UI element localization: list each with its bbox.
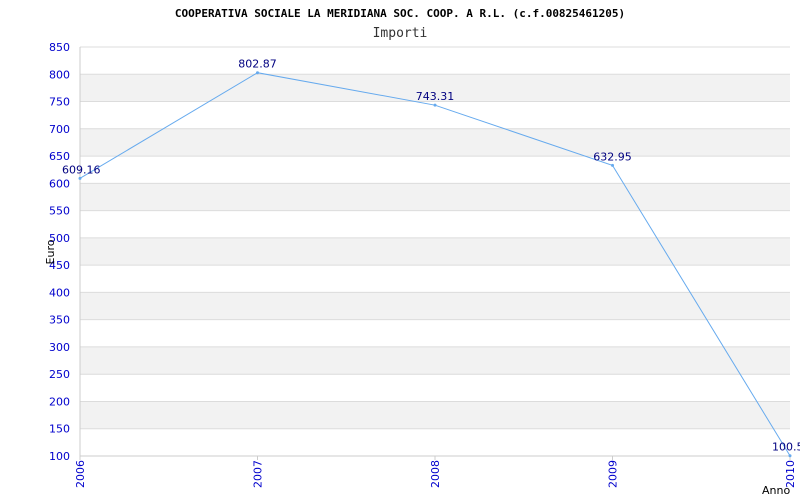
data-point xyxy=(256,71,259,75)
chart-title: COOPERATIVA SOCIALE LA MERIDIANA SOC. CO… xyxy=(175,7,625,20)
x-tick-label: 2008 xyxy=(429,460,442,488)
y-tick-label: 150 xyxy=(49,423,70,436)
y-tick-label: 700 xyxy=(49,123,70,136)
y-tick-label: 850 xyxy=(49,41,70,54)
y-tick-label: 750 xyxy=(49,96,70,109)
data-point xyxy=(611,163,614,167)
y-tick-label: 600 xyxy=(49,177,70,190)
data-point xyxy=(433,103,437,107)
data-label: 100.50 xyxy=(772,441,800,454)
grid-band xyxy=(80,401,790,429)
y-tick-label: 350 xyxy=(49,314,70,327)
y-tick-label: 650 xyxy=(49,150,70,163)
y-tick-label: 200 xyxy=(49,395,70,408)
grid-band xyxy=(80,128,790,157)
grid-bands xyxy=(80,74,790,429)
y-tick-label: 100 xyxy=(49,450,70,463)
y-tick-label: 400 xyxy=(49,286,70,299)
data-label: 743.31 xyxy=(416,90,455,103)
grid-band xyxy=(80,237,790,266)
y-tick-label: 250 xyxy=(49,368,70,381)
data-point xyxy=(788,454,792,458)
data-point xyxy=(78,176,82,180)
grid-band xyxy=(80,292,790,320)
y-tick-label: 300 xyxy=(49,341,70,354)
x-tick-labels: 2006 2007 2008 2009 2010 xyxy=(74,460,797,488)
line-chart: 1001502002503003504004505005506006507007… xyxy=(44,7,800,497)
y-axis-label: Euro xyxy=(44,239,57,264)
data-label: 632.95 xyxy=(593,150,632,163)
grid-band xyxy=(80,346,790,375)
y-tick-label: 550 xyxy=(49,205,70,218)
y-tick-label: 800 xyxy=(49,68,70,81)
x-tick-label: 2007 xyxy=(252,460,265,488)
x-axis-label: Anno xyxy=(762,484,790,497)
x-tick-label: 2009 xyxy=(607,460,620,488)
data-label: 802.87 xyxy=(238,58,277,71)
x-tick-label: 2006 xyxy=(74,460,87,488)
data-label: 609.16 xyxy=(62,163,101,176)
grid-band xyxy=(80,183,790,211)
chart-subtitle: Importi xyxy=(373,26,428,41)
